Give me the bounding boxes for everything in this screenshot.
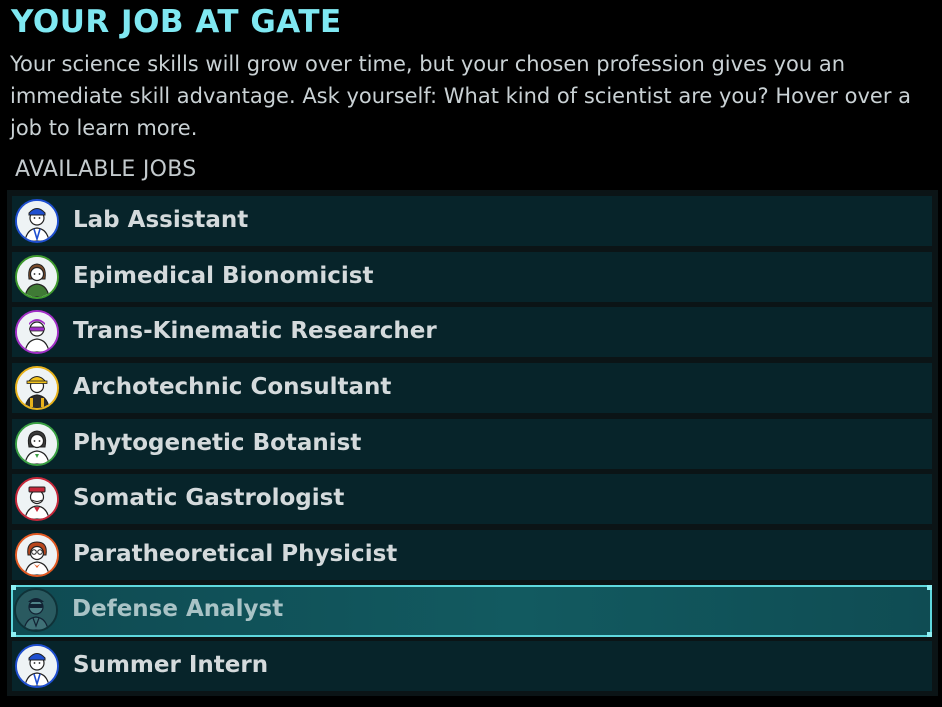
job-row-archotechnic-consultant[interactable]: Archotechnic Consultant (12, 363, 932, 413)
job-label: Paratheoretical Physicist (73, 541, 398, 567)
jobs-list: Lab Assistant Epimedical Bionomicist Tra (7, 190, 938, 696)
job-label: Epimedical Bionomicist (73, 263, 374, 289)
selection-corner (11, 632, 16, 637)
job-label: Somatic Gastrologist (73, 485, 345, 511)
job-row-paratheoretical-physicist[interactable]: Paratheoretical Physicist (12, 530, 932, 580)
somatic-gastrologist-avatar-icon (15, 477, 59, 521)
job-label: Defense Analyst (72, 596, 284, 622)
job-row-defense-analyst[interactable]: Defense Analyst (11, 585, 932, 637)
epimedical-bionomicist-avatar-icon (15, 255, 59, 299)
selection-corner (927, 585, 932, 590)
job-label: Summer Intern (73, 652, 269, 678)
defense-analyst-avatar-icon (14, 588, 58, 632)
summer-intern-avatar-icon (15, 644, 59, 688)
paratheoretical-physicist-avatar-icon (15, 533, 59, 577)
selection-corner (11, 585, 16, 590)
job-row-phytogenetic-botanist[interactable]: Phytogenetic Botanist (12, 419, 932, 469)
selection-corner (927, 632, 932, 637)
trans-kinematic-researcher-avatar-icon (15, 310, 59, 354)
job-row-somatic-gastrologist[interactable]: Somatic Gastrologist (12, 474, 932, 524)
page-title: YOUR JOB AT GATE (11, 4, 342, 40)
job-row-epimedical-bionomicist[interactable]: Epimedical Bionomicist (12, 252, 932, 302)
job-label: Phytogenetic Botanist (73, 430, 362, 456)
job-label: Trans-Kinematic Researcher (73, 318, 437, 344)
page-description: Your science skills will grow over time,… (10, 52, 912, 140)
job-label: Archotechnic Consultant (73, 374, 392, 400)
job-row-trans-kinematic-researcher[interactable]: Trans-Kinematic Researcher (12, 307, 932, 357)
archotechnic-consultant-avatar-icon (15, 366, 59, 410)
phytogenetic-botanist-avatar-icon (15, 422, 59, 466)
available-jobs-heading: AVAILABLE JOBS (15, 157, 197, 182)
job-row-summer-intern[interactable]: Summer Intern (12, 641, 932, 691)
job-label: Lab Assistant (73, 207, 249, 233)
lab-assistant-avatar-icon (15, 199, 59, 243)
job-row-lab-assistant[interactable]: Lab Assistant (12, 196, 932, 246)
